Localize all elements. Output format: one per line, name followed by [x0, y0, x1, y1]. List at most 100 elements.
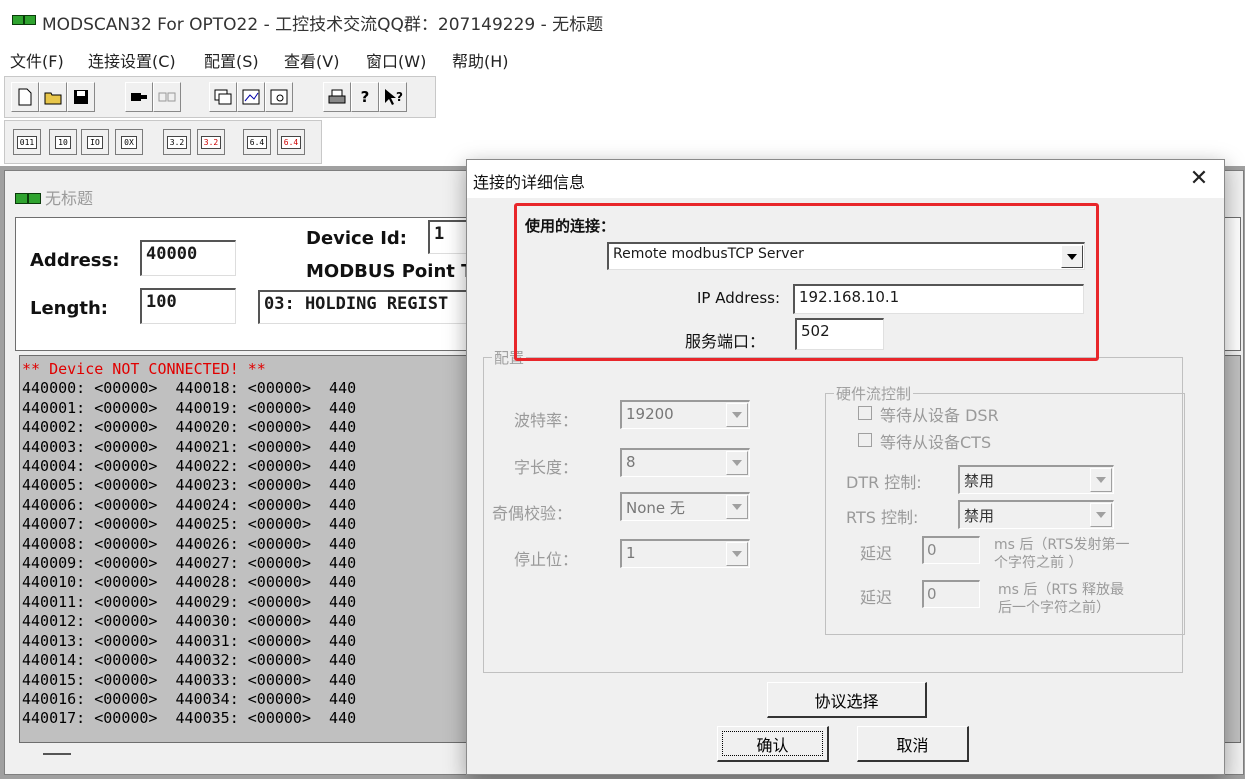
- register-row[interactable]: 440012: <00000> 440030: <00000> 440: [22, 612, 356, 630]
- register-toolbar: 011 10 IO 0X 3.2 3.2 6.4 6.4: [4, 120, 322, 164]
- menu-window[interactable]: 窗口(W): [366, 48, 426, 72]
- word-length-value: 8: [626, 453, 636, 471]
- menu-file[interactable]: 文件(F): [10, 48, 64, 72]
- baud-rate-select: 19200: [620, 400, 750, 429]
- child-window-icon: [15, 193, 41, 205]
- connection-status-text: ** Device NOT CONNECTED! **: [22, 360, 266, 378]
- double-64-swapped-icon[interactable]: 6.4: [277, 129, 305, 155]
- chevron-down-icon: [726, 451, 748, 475]
- print-icon[interactable]: [323, 82, 351, 112]
- io-icon[interactable]: IO: [81, 129, 109, 155]
- menu-view[interactable]: 查看(V): [284, 48, 339, 72]
- address-label: Address:: [30, 250, 120, 271]
- display-view-1-icon[interactable]: [209, 82, 237, 112]
- toolbar-area: ? ? 011 10 IO 0X 3.2 3.2 6.4 6.4: [0, 74, 1245, 166]
- stop-bits-value: 1: [626, 544, 636, 562]
- disconnect-icon[interactable]: [153, 82, 181, 112]
- register-row[interactable]: 440000: <00000> 440018: <00000> 440: [22, 379, 356, 397]
- register-row[interactable]: 440015: <00000> 440033: <00000> 440: [22, 671, 356, 689]
- scroll-indicator: [43, 753, 71, 755]
- open-folder-icon[interactable]: [39, 82, 67, 112]
- serial-config-group: 配置 波特率： 19200 字长度： 8 奇偶校验： None 无 停止位： 1…: [483, 347, 1185, 673]
- chevron-down-icon: [726, 542, 748, 566]
- dtr-control-select: 禁用: [958, 465, 1114, 494]
- cts-label: 等待从设备CTS: [880, 433, 992, 452]
- app-icon: [12, 12, 36, 26]
- connect-icon[interactable]: [125, 82, 153, 112]
- length-input[interactable]: 100: [140, 288, 236, 324]
- child-title: 无标题: [45, 189, 94, 208]
- save-disk-icon[interactable]: [67, 82, 95, 112]
- menu-help[interactable]: 帮助(H): [452, 48, 509, 72]
- svg-text:?: ?: [396, 90, 403, 104]
- delay-2-label: 延迟: [860, 588, 893, 607]
- protocol-select-button[interactable]: 协议选择: [767, 682, 927, 718]
- delay-2-input: 0: [922, 580, 980, 608]
- stop-bits-select: 1: [620, 539, 750, 568]
- hex-icon[interactable]: 0X: [115, 129, 143, 155]
- point-type-label: MODBUS Point T: [306, 261, 474, 282]
- annotation-highlight-box: [514, 203, 1099, 361]
- app-title: MODSCAN32 For OPTO22 - 工控技术交流QQ群：2071492…: [42, 15, 604, 35]
- register-row[interactable]: 440008: <00000> 440026: <00000> 440: [22, 535, 356, 553]
- chevron-down-icon: [1090, 503, 1112, 527]
- register-row[interactable]: 440001: <00000> 440019: <00000> 440: [22, 399, 356, 417]
- menu-connection[interactable]: 连接设置(C): [88, 48, 176, 72]
- word-length-label: 字长度：: [514, 458, 579, 477]
- double-64-icon[interactable]: 6.4: [243, 129, 271, 155]
- register-row[interactable]: 440006: <00000> 440024: <00000> 440: [22, 496, 356, 514]
- register-row[interactable]: 440009: <00000> 440027: <00000> 440: [22, 554, 356, 572]
- register-row[interactable]: 440016: <00000> 440034: <00000> 440: [22, 690, 356, 708]
- register-row[interactable]: 440002: <00000> 440020: <00000> 440: [22, 418, 356, 436]
- dsr-checkbox: [858, 406, 872, 420]
- rts-control-select: 禁用: [958, 500, 1114, 529]
- register-row[interactable]: 440003: <00000> 440021: <00000> 440: [22, 438, 356, 456]
- register-row[interactable]: 440014: <00000> 440032: <00000> 440: [22, 651, 356, 669]
- help-icon[interactable]: ?: [351, 82, 379, 112]
- flow-control-group: 硬件流控制 等待从设备 DSR 等待从设备CTS DTR 控制: 禁用 RTS …: [825, 383, 1185, 635]
- register-row[interactable]: 440010: <00000> 440028: <00000> 440: [22, 573, 356, 591]
- length-label: Length:: [30, 298, 108, 319]
- chevron-down-icon: [1090, 468, 1112, 492]
- close-icon[interactable]: ✕: [1185, 166, 1213, 192]
- baud-rate-label: 波特率：: [514, 411, 579, 430]
- cts-checkbox: [858, 433, 872, 447]
- menu-setup[interactable]: 配置(S): [204, 48, 259, 72]
- point-type-select[interactable]: 03: HOLDING REGIST: [258, 290, 488, 324]
- parity-select: None 无: [620, 492, 750, 521]
- chevron-down-icon: [726, 495, 748, 519]
- delay-2-note: ms 后（RTS 释放最 后一个字符之前）: [998, 582, 1124, 616]
- register-row[interactable]: 440005: <00000> 440023: <00000> 440: [22, 476, 356, 494]
- address-input[interactable]: 40000: [140, 240, 236, 276]
- delay-1-input: 0: [922, 536, 980, 564]
- register-row[interactable]: 440004: <00000> 440022: <00000> 440: [22, 457, 356, 475]
- dtr-control-value: 禁用: [964, 472, 995, 490]
- cancel-button[interactable]: 取消: [857, 726, 969, 762]
- float-32-icon[interactable]: 3.2: [163, 129, 191, 155]
- display-view-2-icon[interactable]: [237, 82, 265, 112]
- main-toolbar: ? ?: [4, 76, 436, 118]
- coil-status-icon[interactable]: 011: [13, 129, 41, 155]
- dtr-control-label: DTR 控制:: [846, 473, 922, 492]
- register-row[interactable]: 440013: <00000> 440031: <00000> 440: [22, 632, 356, 650]
- display-view-3-icon[interactable]: [265, 82, 293, 112]
- flow-group-title: 硬件流控制: [834, 383, 914, 404]
- chevron-down-icon: [726, 403, 748, 427]
- register-row[interactable]: 440007: <00000> 440025: <00000> 440: [22, 515, 356, 533]
- register-row[interactable]: 440011: <00000> 440029: <00000> 440: [22, 593, 356, 611]
- device-id-label: Device Id:: [306, 228, 407, 249]
- register-list: ** Device NOT CONNECTED! ** 440000: <000…: [22, 360, 356, 729]
- new-file-icon[interactable]: [11, 82, 39, 112]
- register-row[interactable]: 440017: <00000> 440035: <00000> 440: [22, 709, 356, 727]
- parity-value: None 无: [626, 499, 685, 517]
- rts-control-label: RTS 控制:: [846, 508, 919, 527]
- context-help-icon[interactable]: ?: [379, 82, 407, 112]
- word-length-select: 8: [620, 448, 750, 477]
- input-status-icon[interactable]: 10: [49, 129, 77, 155]
- float-32-swapped-icon[interactable]: 3.2: [197, 129, 225, 155]
- register-rows: 440000: <00000> 440018: <00000> 440 4400…: [22, 379, 356, 727]
- ok-button[interactable]: 确认: [717, 726, 829, 762]
- stop-bits-label: 停止位：: [514, 550, 579, 569]
- app-titlebar: MODSCAN32 For OPTO22 - 工控技术交流QQ群：2071492…: [0, 0, 1245, 42]
- rts-control-value: 禁用: [964, 507, 995, 525]
